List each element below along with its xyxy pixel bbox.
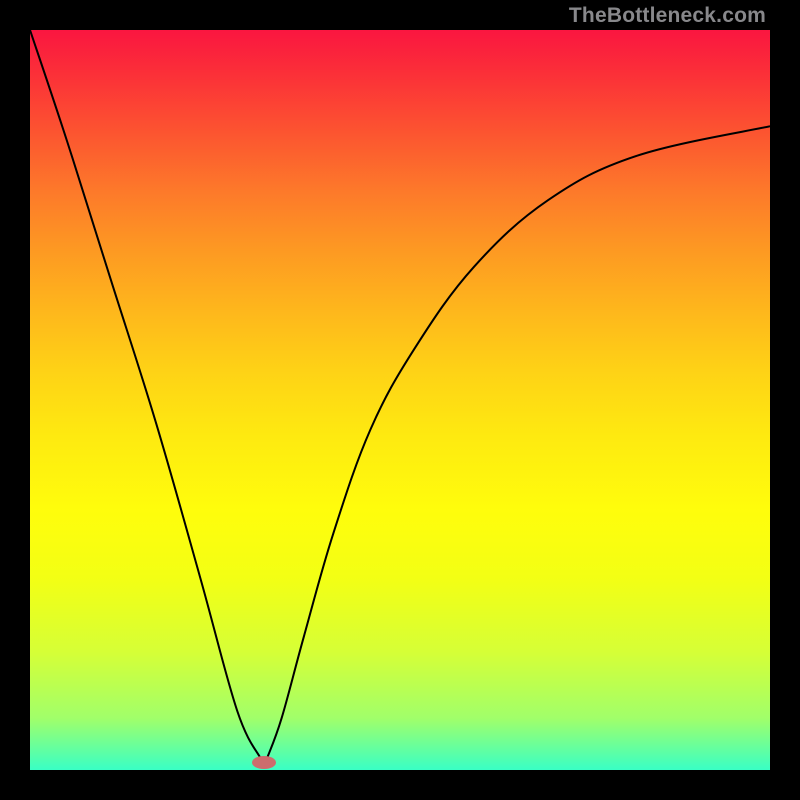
watermark-text: TheBottleneck.com [569,4,766,28]
curve-right-branch [267,126,770,759]
vertex-marker [252,756,276,769]
curve-layer [30,30,770,770]
curve-left-branch [30,30,261,759]
chart-frame: TheBottleneck.com [0,0,800,800]
plot-area [30,30,770,770]
